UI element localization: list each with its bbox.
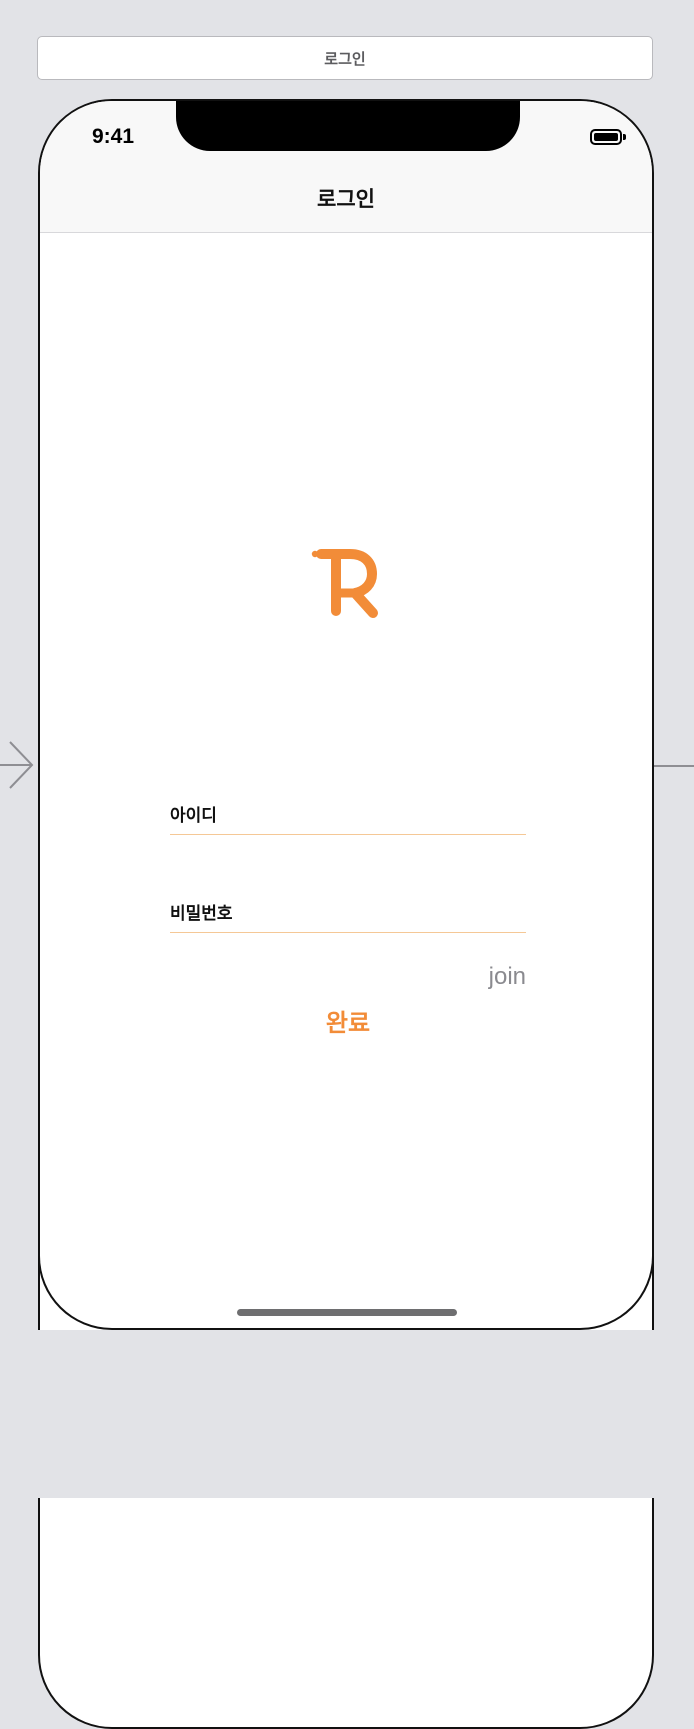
home-indicator-bar — [237, 1309, 457, 1316]
battery-full-icon — [590, 129, 626, 145]
r-logo-icon — [311, 549, 378, 618]
scene-title-bar[interactable]: 로그인 — [37, 36, 653, 80]
status-time: 9:41 — [92, 125, 135, 148]
password-input[interactable] — [170, 899, 526, 929]
page-title: 로그인 — [317, 187, 375, 211]
id-field[interactable] — [170, 801, 526, 835]
id-input[interactable] — [170, 801, 526, 831]
join-link[interactable]: join — [470, 963, 526, 991]
device-notch — [176, 101, 520, 151]
segue-line — [654, 765, 694, 767]
canvas-background — [0, 1330, 694, 1498]
device-bottom-edge — [38, 1230, 654, 1330]
done-button[interactable]: 완료 — [280, 1003, 416, 1043]
navigation-bar: 9:41 로그인 — [40, 101, 652, 233]
password-field[interactable] — [170, 899, 526, 933]
segue-arrow-icon — [0, 741, 34, 789]
